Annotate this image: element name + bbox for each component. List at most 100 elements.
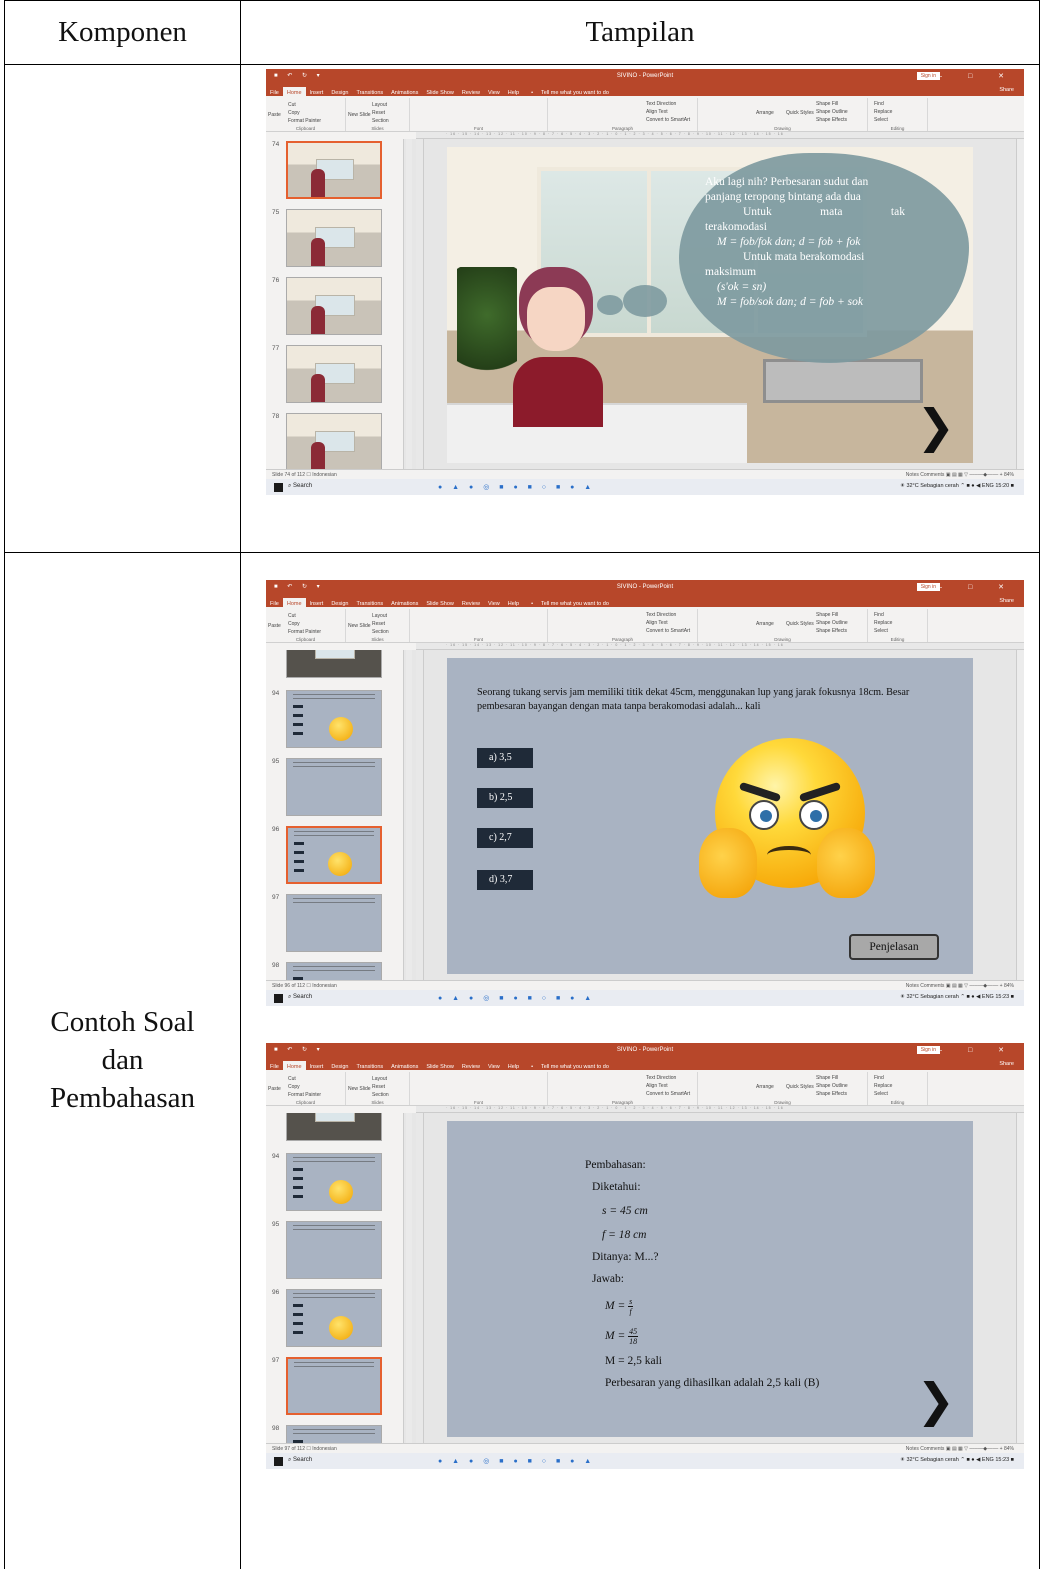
sign-in-button[interactable]: Sign in <box>916 1046 940 1054</box>
layout-button[interactable]: Layout <box>372 613 387 619</box>
quick-styles-button[interactable]: Quick Styles <box>786 1084 814 1090</box>
shape-outline-button[interactable]: Shape Outline <box>816 109 848 115</box>
reset-button[interactable]: Reset <box>372 110 385 116</box>
view-buttons[interactable]: ▣ ▤ ▦ ▽ –––––◆–––– + <box>944 472 1004 478</box>
taskbar-app-icons[interactable]: ● ▲ ● ◎ ■ ● ■ ○ ■ ● ▲ <box>438 994 595 1002</box>
notification-icon[interactable]: ■ <box>1009 1457 1014 1463</box>
notification-icon[interactable]: ■ <box>1009 994 1014 1000</box>
shape-outline-button[interactable]: Shape Outline <box>816 1083 848 1089</box>
notes-button[interactable]: Notes <box>906 472 919 478</box>
copy-button[interactable]: Copy <box>288 1084 300 1090</box>
taskbar-app-icons[interactable]: ● ▲ ● ◎ ■ ● ■ ○ ■ ● ▲ <box>438 1457 595 1465</box>
notes-button[interactable]: Notes <box>906 983 919 989</box>
copy-button[interactable]: Copy <box>288 110 300 116</box>
shape-effects-button[interactable]: Shape Effects <box>816 1091 847 1097</box>
format-painter-button[interactable]: Format Painter <box>288 1092 321 1098</box>
comments-button[interactable]: Comments <box>920 983 944 989</box>
shape-effects-button[interactable]: Shape Effects <box>816 117 847 123</box>
cut-button[interactable]: Cut <box>288 613 296 619</box>
notification-icon[interactable]: ■ <box>1009 483 1014 489</box>
share-button[interactable]: Share <box>995 595 1018 607</box>
align-text-button[interactable]: Align Text <box>646 1083 668 1089</box>
taskbar-search[interactable]: ⌕ Search <box>288 483 312 490</box>
find-button[interactable]: Find <box>874 1075 884 1081</box>
slide-thumbnail[interactable] <box>286 1425 382 1443</box>
find-button[interactable]: Find <box>874 612 884 618</box>
sign-in-button[interactable]: Sign in <box>916 72 940 80</box>
section-button[interactable]: Section <box>372 118 389 124</box>
slide-thumbnail[interactable] <box>286 345 382 403</box>
slide-thumbnail[interactable] <box>286 1289 382 1347</box>
share-button[interactable]: Share <box>995 84 1018 96</box>
text-direction-button[interactable]: Text Direction <box>646 612 676 618</box>
slide-thumbnail[interactable] <box>286 894 382 952</box>
arrange-button[interactable]: Arrange <box>756 621 774 627</box>
layout-button[interactable]: Layout <box>372 1076 387 1082</box>
taskbar-app-icons[interactable]: ● ▲ ● ◎ ■ ● ■ ○ ■ ● ▲ <box>438 483 595 491</box>
find-button[interactable]: Find <box>874 101 884 107</box>
text-direction-button[interactable]: Text Direction <box>646 1075 676 1081</box>
tell-me-search[interactable]: • Tell me what you want to do <box>523 1058 617 1070</box>
align-text-button[interactable]: Align Text <box>646 620 668 626</box>
copy-button[interactable]: Copy <box>288 621 300 627</box>
slide-scrollbar[interactable] <box>1016 650 1024 980</box>
quick-access-toolbar[interactable]: ■ ↶ ↻ ▾ <box>274 72 324 79</box>
replace-button[interactable]: Replace <box>874 620 892 626</box>
slide-thumbnail[interactable] <box>286 1153 382 1211</box>
view-buttons[interactable]: ▣ ▤ ▦ ▽ –––––◆–––– + <box>944 1446 1004 1452</box>
replace-button[interactable]: Replace <box>874 109 892 115</box>
answer-option[interactable]: b) 2,5 <box>477 788 533 808</box>
comments-button[interactable]: Comments <box>920 472 944 478</box>
layout-button[interactable]: Layout <box>372 102 387 108</box>
paste-button[interactable]: Paste <box>268 623 281 629</box>
paste-button[interactable]: Paste <box>268 1086 281 1092</box>
slide-thumbnail[interactable] <box>286 1357 382 1415</box>
windows-start-icon[interactable] <box>274 483 283 492</box>
penjelasan-button[interactable]: Penjelasan <box>849 934 939 960</box>
window-controls[interactable]: – □ ✕ <box>938 72 1016 80</box>
shape-effects-button[interactable]: Shape Effects <box>816 628 847 634</box>
shape-fill-button[interactable]: Shape Fill <box>816 612 838 618</box>
shape-fill-button[interactable]: Shape Fill <box>816 1075 838 1081</box>
answer-option[interactable]: a) 3,5 <box>477 748 533 768</box>
slide-thumbnail[interactable] <box>286 209 382 267</box>
window-controls[interactable]: – □ ✕ <box>938 583 1016 591</box>
reset-button[interactable]: Reset <box>372 621 385 627</box>
slide-thumbnail[interactable] <box>286 962 382 980</box>
shape-outline-button[interactable]: Shape Outline <box>816 620 848 626</box>
section-button[interactable]: Section <box>372 1092 389 1098</box>
thumbnail-scrollbar[interactable] <box>406 1113 412 1443</box>
taskbar-search[interactable]: ⌕ Search <box>288 1457 312 1464</box>
answer-option[interactable]: c) 2,7 <box>477 828 533 848</box>
tell-me-search[interactable]: • Tell me what you want to do <box>523 595 617 607</box>
answer-option[interactable]: d) 3,7 <box>477 870 533 890</box>
slide-thumbnail[interactable] <box>286 758 382 816</box>
windows-start-icon[interactable] <box>274 1457 283 1466</box>
arrange-button[interactable]: Arrange <box>756 1084 774 1090</box>
tell-me-search[interactable]: • Tell me what you want to do <box>523 84 617 96</box>
thumbnail-scrollbar[interactable] <box>406 139 412 469</box>
convert-smartart-button[interactable]: Convert to SmartArt <box>646 117 690 123</box>
select-button[interactable]: Select <box>874 628 888 634</box>
section-button[interactable]: Section <box>372 629 389 635</box>
windows-start-icon[interactable] <box>274 994 283 1003</box>
align-text-button[interactable]: Align Text <box>646 109 668 115</box>
slide-scrollbar[interactable] <box>1016 139 1024 469</box>
quick-styles-button[interactable]: Quick Styles <box>786 621 814 627</box>
share-button[interactable]: Share <box>995 1058 1018 1070</box>
slide-scrollbar[interactable] <box>1016 1113 1024 1443</box>
notes-button[interactable]: Notes <box>906 1446 919 1452</box>
new-slide-button[interactable]: New Slide <box>348 623 371 629</box>
next-arrow-icon[interactable]: ❯ <box>916 403 955 449</box>
quick-access-toolbar[interactable]: ■ ↶ ↻ ▾ <box>274 583 324 590</box>
shape-fill-button[interactable]: Shape Fill <box>816 101 838 107</box>
format-painter-button[interactable]: Format Painter <box>288 629 321 635</box>
slide-thumbnail[interactable] <box>286 826 382 884</box>
slide-thumbnail[interactable] <box>286 650 382 678</box>
slide-thumbnail[interactable] <box>286 1221 382 1279</box>
thumbnail-scrollbar[interactable] <box>406 650 412 980</box>
reset-button[interactable]: Reset <box>372 1084 385 1090</box>
text-direction-button[interactable]: Text Direction <box>646 101 676 107</box>
slide-thumbnail[interactable] <box>286 141 382 199</box>
slide-thumbnail[interactable] <box>286 413 382 469</box>
